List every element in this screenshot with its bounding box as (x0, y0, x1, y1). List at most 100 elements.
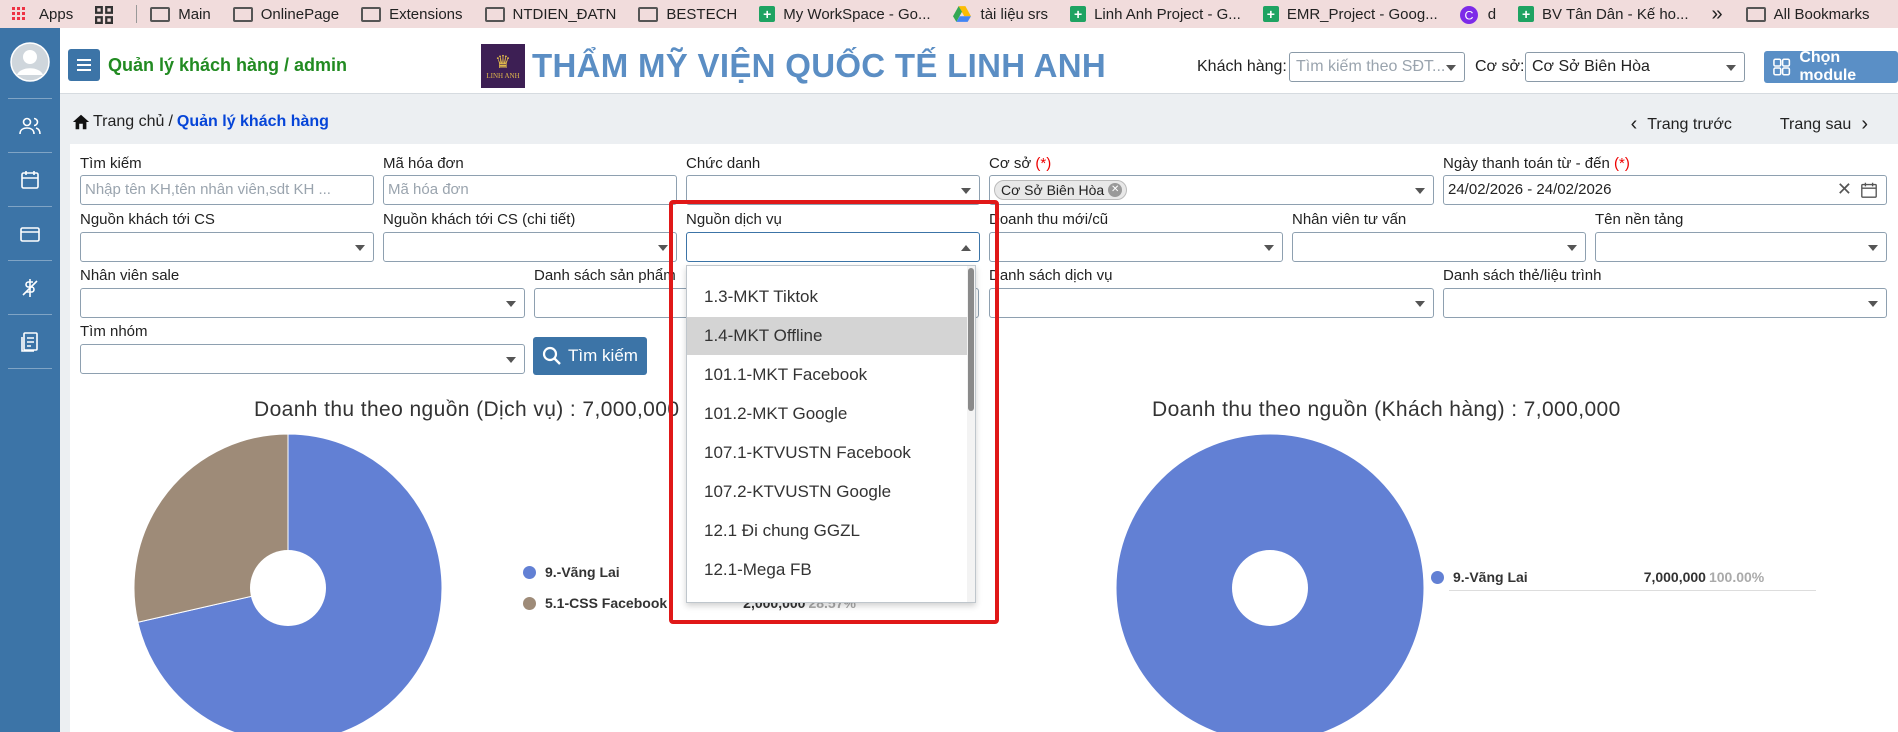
branch-select[interactable]: Cơ Sở Biên Hòa ✕ (989, 175, 1434, 205)
breadcrumb-current: Quản lý khách hàng (176, 113, 329, 130)
bookmark-item[interactable]: Cd (1449, 0, 1507, 28)
consultant-label: Nhân viên tư vấn (1292, 211, 1407, 228)
avatar[interactable] (0, 36, 60, 88)
dropdown-option[interactable]: 12.1-Mega FB (687, 551, 969, 589)
sheets-icon: + (1262, 6, 1279, 22)
dropdown-option[interactable]: 101.1-MKT Facebook (687, 356, 969, 394)
legend-item[interactable]: 9.-Vãng Lai (523, 564, 620, 580)
folder-icon (361, 6, 382, 22)
choose-module-button[interactable]: Chọn module (1764, 49, 1898, 84)
home-icon (72, 114, 90, 130)
platform-select[interactable] (1595, 232, 1887, 262)
bookmark-item[interactable]: BESTECH (627, 0, 748, 28)
pie-chart-customer (1115, 433, 1425, 732)
consultant-select[interactable] (1292, 232, 1586, 262)
dropdown-option[interactable]: 101.2-MKT Google (687, 395, 969, 433)
top-header: Quản lý khách hàng / admin ♛ LINH ANH THẨ… (60, 28, 1898, 94)
dropdown-option[interactable]: 1.3-MKT Tiktok (687, 278, 969, 316)
legend-item[interactable]: 9.-Vãng Lai 7,000,000 100.00% (1431, 569, 1764, 585)
revenue-type-label: Doanh thu mới/cũ (989, 211, 1109, 228)
dropdown-option[interactable]: 1.4-MKT Offline (687, 317, 969, 355)
source-detail-select[interactable] (383, 232, 677, 262)
calendar-icon[interactable] (1860, 181, 1878, 199)
more-bookmarks-icon[interactable]: » (1700, 3, 1735, 26)
remove-tag-icon[interactable]: ✕ (1108, 183, 1123, 197)
cards-select[interactable] (1443, 288, 1887, 318)
search-input[interactable]: Nhập tên KH,tên nhân viên,sdt KH ... (80, 175, 374, 205)
folder-icon (1745, 6, 1766, 22)
bookmark-item[interactable]: + My WorkSpace - Go... (748, 0, 941, 28)
group-label: Tìm nhóm (80, 323, 148, 340)
svg-text:C: C (1464, 9, 1473, 23)
customers-icon[interactable] (0, 100, 60, 152)
dropdown-option[interactable]: 107.1-KTVUSTN Facebook (687, 434, 969, 472)
services-select[interactable] (989, 288, 1434, 318)
bookmark-item[interactable]: Apps (0, 0, 84, 28)
service-source-select[interactable] (686, 232, 980, 262)
bookmarks-bar: Apps Main OnlinePage Extensions NTDIEN_ĐATN B… (0, 0, 1898, 28)
calendar-icon[interactable] (0, 154, 60, 206)
service-source-dropdown[interactable]: 12.2 Đi chung TT12.1-Mega FB12.1 Đi chun… (686, 265, 976, 603)
customer-search-label: Khách hàng: (1197, 58, 1287, 75)
bookmark-item[interactable]: NTDIEN_ĐATN (474, 0, 628, 28)
canva-icon: C (1459, 6, 1480, 24)
prev-page-link[interactable]: Trang trước (1647, 116, 1732, 134)
report-icon[interactable] (0, 316, 60, 368)
service-source-label: Nguồn dịch vụ (686, 211, 782, 228)
pie-chart-service (133, 433, 443, 732)
invoice-input[interactable]: Mã hóa đơn (383, 175, 677, 205)
folder-icon (150, 6, 171, 22)
cards-label: Danh sách thẻ/liệu trình (1443, 267, 1602, 284)
bookmark-item[interactable]: + EMR_Project - Goog... (1252, 0, 1449, 28)
source-select[interactable] (80, 232, 374, 262)
branch-tag: Cơ Sở Biên Hòa ✕ (994, 180, 1128, 200)
bookmark-item[interactable]: All Bookmarks (1735, 0, 1881, 28)
dropdown-option[interactable]: 107.2-KTVUSTN Google (687, 473, 969, 511)
sales-select[interactable] (80, 288, 525, 318)
search-button[interactable]: Tìm kiếm (533, 337, 647, 375)
dropdown-option[interactable]: 12.2 Đi chung TT (687, 590, 969, 602)
invoice-label: Mã hóa đơn (383, 155, 464, 172)
left-nav (0, 28, 60, 732)
customer-search-input[interactable]: Tìm kiếm theo SĐT... (1289, 52, 1465, 82)
chevron-right-icon: › (1861, 113, 1868, 135)
group-select[interactable] (80, 344, 525, 374)
revenue-type-select[interactable] (989, 232, 1283, 262)
paydate-range-input[interactable]: 24/02/2026 - 24/02/2026 ✕ (1443, 175, 1887, 205)
next-page-link[interactable]: Trang sau (1780, 116, 1851, 134)
paydate-label: Ngày thanh toán từ - đến (*) (1443, 155, 1630, 172)
bookmark-item[interactable]: tài liệu srs (942, 0, 1060, 28)
card-icon[interactable] (0, 208, 60, 260)
filter-panel: Tìm kiếm Mã hóa đơn Chức danh Cơ sở (*) … (70, 144, 1898, 732)
header-branch-select[interactable]: Cơ Sở Biên Hòa (1525, 52, 1745, 82)
chart-title-service: Doanh thu theo nguồn (Dịch vụ) : 7,000,0… (254, 398, 680, 421)
breadcrumb: Trang chủ / Quản lý khách hàng (72, 113, 329, 131)
bookmark-item[interactable]: OnlinePage (222, 0, 350, 28)
sheets-icon: + (1518, 6, 1535, 22)
drive-icon (952, 6, 973, 22)
breadcrumb-home-link[interactable]: Trang chủ (93, 113, 164, 131)
clear-icon[interactable]: ✕ (1837, 179, 1852, 200)
donut-hole (250, 550, 326, 626)
donut-hole (1232, 550, 1308, 626)
sheets-icon: + (1070, 6, 1087, 22)
dropdown-option[interactable]: 12.1 Đi chung GGZL (687, 512, 969, 550)
bookmark-item[interactable]: Main (139, 0, 222, 28)
bookmark-item[interactable]: + BV Tân Dân - Kế ho... (1507, 0, 1699, 28)
sheets-icon: + (759, 6, 776, 22)
hamburger-icon (77, 59, 91, 71)
module-grid-icon (1773, 58, 1791, 76)
products-label: Danh sách sản phẩm (534, 267, 676, 284)
header-branch-label: Cơ sở: (1475, 58, 1525, 75)
bookmark-item[interactable] (84, 0, 134, 28)
brand-name: THẨM MỸ VIỆN QUỐC TẾ LINH ANH (532, 47, 1106, 84)
dropdown-scrollbar[interactable] (967, 266, 975, 602)
brand-logo: ♛ LINH ANH (481, 44, 525, 88)
pager: ‹ Trang trước Trang sau › (1631, 113, 1868, 136)
money-icon[interactable] (0, 262, 60, 314)
bookmark-item[interactable]: + Linh Anh Project - G... (1059, 0, 1252, 28)
menu-toggle-button[interactable] (68, 49, 100, 81)
bookmark-item[interactable]: Extensions (350, 0, 473, 28)
job-title-select[interactable] (686, 175, 980, 205)
branch-label: Cơ sở (*) (989, 155, 1052, 172)
